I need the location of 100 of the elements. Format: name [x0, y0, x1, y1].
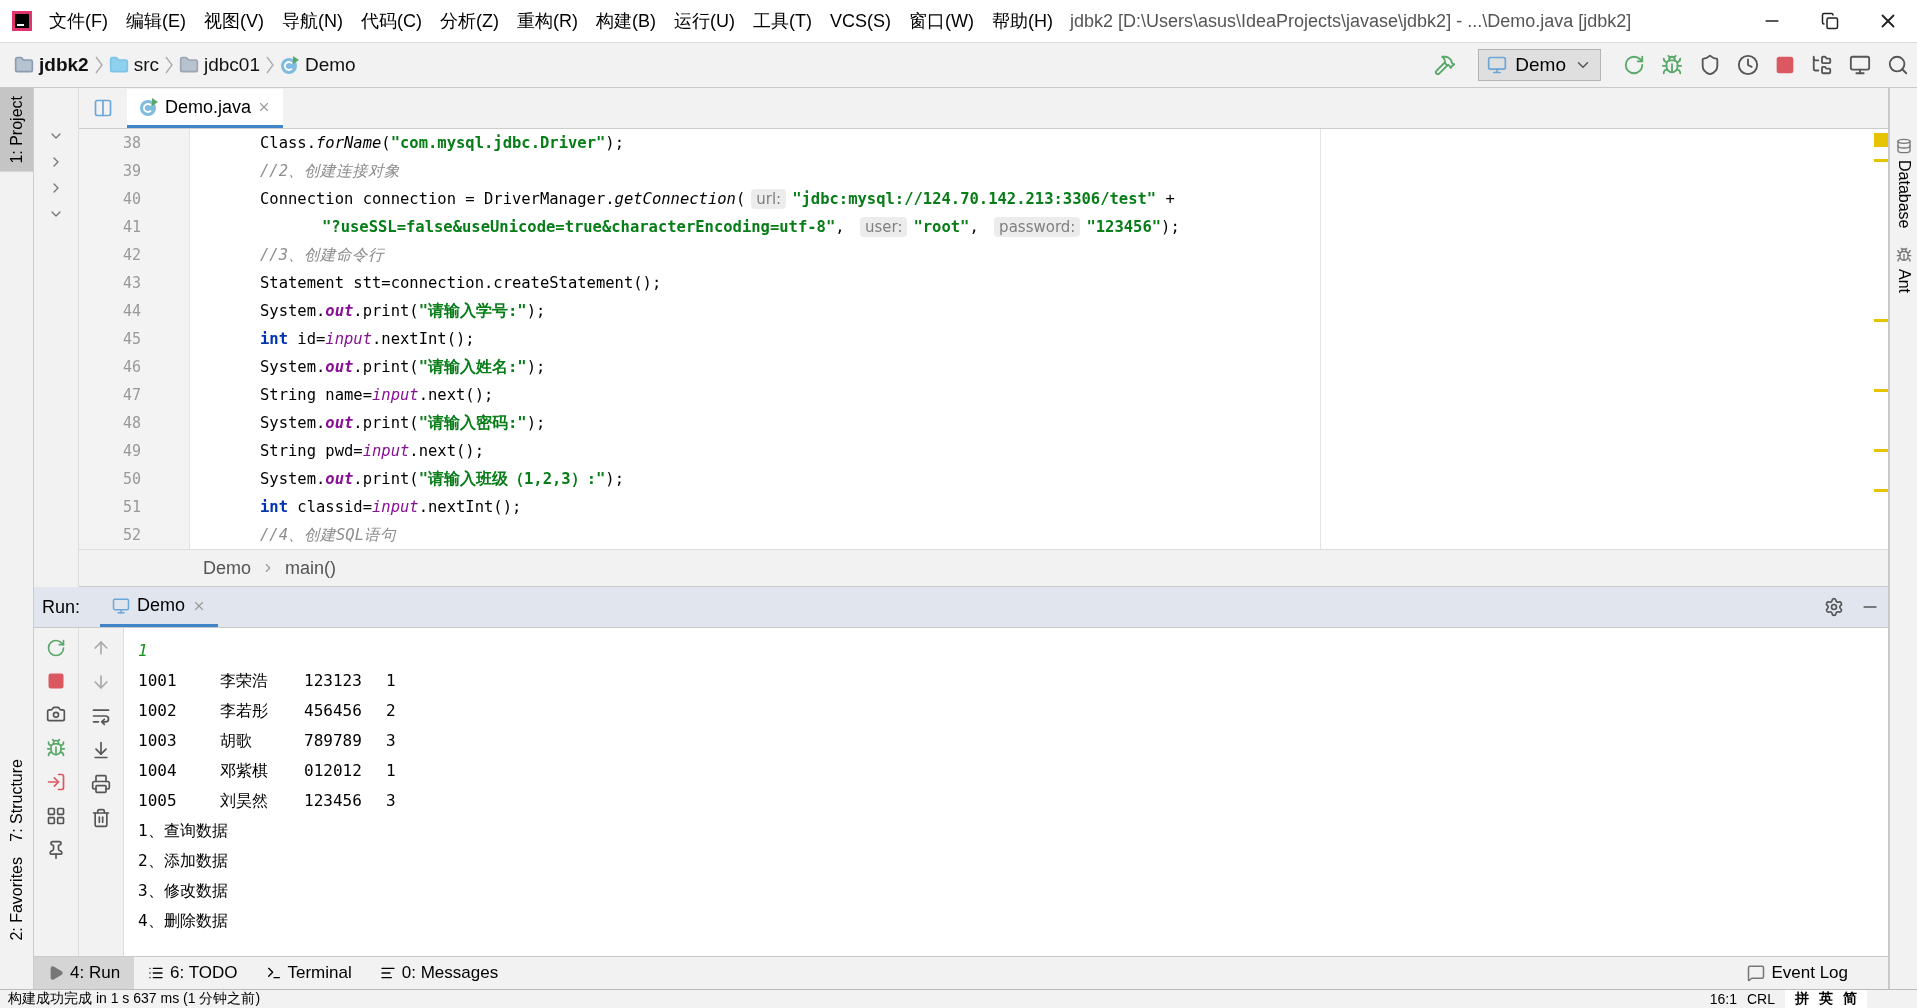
- console-cell-text: 李若彤: [220, 700, 269, 722]
- warning-marker: [1874, 159, 1888, 162]
- search-icon[interactable]: [1887, 54, 1909, 76]
- line-number: 45: [121, 329, 142, 350]
- clock-icon[interactable]: [1737, 54, 1759, 76]
- shield-icon[interactable]: [1699, 54, 1721, 76]
- database-icon: [1895, 138, 1912, 154]
- chevron-icon: [94, 56, 103, 74]
- menu-item[interactable]: 构建(B): [586, 9, 665, 33]
- cursor-position[interactable]: 16:1: [1709, 991, 1737, 1007]
- warning-marker: [1874, 489, 1888, 492]
- menu-item[interactable]: 工具(T): [743, 9, 821, 33]
- console-cell-text: 1: [386, 670, 397, 692]
- console-cell-text: 3: [386, 790, 397, 812]
- tool-window-tab[interactable]: Ant: [1894, 246, 1913, 293]
- chevron-icon: [164, 56, 173, 74]
- console-text: 3、修改数据: [138, 880, 228, 902]
- menu-item[interactable]: 导航(N): [273, 9, 352, 33]
- bug-icon[interactable]: [46, 738, 66, 758]
- code-line: System.out.print("请输入姓名:");: [260, 357, 547, 378]
- console-cell-text: 123123: [304, 670, 363, 692]
- panel-icon[interactable]: [93, 98, 113, 118]
- chevron-icon: [265, 56, 274, 74]
- code-line: int classid=input.nextInt();: [260, 497, 523, 518]
- terminal-icon: [265, 965, 282, 981]
- panel-label: Run:: [42, 596, 81, 618]
- menu-item[interactable]: 编辑(E): [117, 9, 195, 33]
- breadcrumb-item[interactable]: src: [108, 54, 159, 76]
- editor-tab[interactable]: Demo.java: [127, 89, 284, 128]
- tool-window-tab[interactable]: 1: Project: [0, 88, 33, 172]
- tool-window-tab[interactable]: 2: Favorites: [0, 849, 33, 949]
- line-number: 47: [121, 385, 142, 406]
- menu-item[interactable]: 分析(Z): [431, 9, 508, 33]
- stop-icon[interactable]: [47, 672, 65, 690]
- line-number: 40: [121, 189, 142, 210]
- bug-icon: [1895, 246, 1912, 263]
- bug-icon[interactable]: [1661, 54, 1683, 76]
- tool-window-tab[interactable]: 6: TODO: [134, 957, 252, 989]
- console-cell-text: 012012: [304, 760, 363, 782]
- tool-window-tab[interactable]: 4: Run: [34, 957, 135, 989]
- window-icon[interactable]: [1849, 54, 1871, 76]
- breadcrumb-item[interactable]: Demo: [279, 54, 356, 76]
- project-structure-icon[interactable]: [1811, 54, 1833, 76]
- console-cell-text: 李荣浩: [220, 670, 269, 692]
- tool-window-tab[interactable]: Terminal: [251, 957, 366, 989]
- console-cell-text: 胡歌: [220, 730, 253, 752]
- stop-icon[interactable]: [1775, 55, 1795, 75]
- run-configuration-dropdown[interactable]: Demo: [1478, 49, 1601, 81]
- menu-item[interactable]: 视图(V): [195, 9, 273, 33]
- rerun-icon[interactable]: [1623, 54, 1645, 76]
- speech-bubble-icon: [1747, 964, 1766, 982]
- hammer-icon[interactable]: [1434, 54, 1457, 76]
- code-line: String pwd=input.next();: [260, 441, 485, 462]
- console-cell-text: 3: [386, 730, 397, 752]
- code-line: System.out.print("请输入班级（1,2,3）:");: [260, 469, 625, 490]
- breadcrumb-item[interactable]: Demo: [203, 557, 251, 579]
- code-line: String name=input.next();: [260, 385, 495, 406]
- folder-icon: [108, 55, 129, 75]
- line-number: 49: [121, 441, 142, 462]
- app-logo-icon: [10, 9, 34, 33]
- console-text: 1、查询数据: [138, 820, 228, 842]
- line-number: 41: [121, 217, 142, 238]
- code-line: "?useSSL=false&useUnicode=true&characterEncoding=utf-8", user: "root", password: "123456");: [321, 216, 1181, 239]
- print-icon[interactable]: [91, 774, 111, 794]
- code-line: System.out.print("请输入密码:");: [260, 413, 547, 434]
- menu-item[interactable]: 帮助(H): [982, 9, 1062, 33]
- rerun-icon[interactable]: [46, 638, 66, 658]
- code-line: Connection connection = DriverManager.getConnection( url: "jdbc:mysql://124.70.142.213:3306/test" +: [260, 188, 1176, 211]
- console-cell-text: 刘昊然: [220, 790, 269, 812]
- soft-wrap-icon[interactable]: [91, 706, 111, 726]
- console-cell-text: 邓紫棋: [220, 760, 269, 782]
- event-log-button[interactable]: Event Log: [1747, 963, 1848, 983]
- menu-item[interactable]: 窗口(W): [899, 9, 983, 33]
- menu-item[interactable]: 重构(R): [507, 9, 587, 33]
- settings-icon[interactable]: [1824, 597, 1844, 617]
- scroll-to-end-icon[interactable]: [91, 740, 111, 760]
- camera-icon[interactable]: [46, 704, 66, 724]
- menu-item[interactable]: 文件(F): [40, 9, 117, 33]
- restore-icon[interactable]: [1821, 12, 1839, 30]
- breadcrumb-item[interactable]: jdbc01: [178, 54, 260, 76]
- trash-icon[interactable]: [91, 808, 111, 828]
- menu-item[interactable]: 代码(C): [352, 9, 431, 33]
- code-line: //2、创建连接对象: [260, 161, 401, 182]
- menu-item[interactable]: 运行(U): [664, 9, 744, 33]
- ime-toolbar[interactable]: 拼 英 简: [1785, 990, 1867, 1008]
- menu-item[interactable]: VCS(S): [820, 10, 900, 32]
- line-number: 43: [121, 273, 142, 294]
- tool-window-tab[interactable]: 0: Messages: [365, 957, 513, 989]
- console-echo-text: 1: [138, 640, 148, 662]
- layout-icon[interactable]: [46, 806, 66, 826]
- breadcrumb-item[interactable]: jdbk2: [14, 54, 89, 76]
- code-line: //4、创建SQL语句: [260, 525, 398, 546]
- pin-icon[interactable]: [46, 840, 66, 860]
- breadcrumb-item[interactable]: main(): [285, 557, 337, 579]
- tool-window-tab[interactable]: Database: [1894, 138, 1913, 229]
- tool-window-tab[interactable]: 7: Structure: [0, 750, 33, 850]
- exit-icon[interactable]: [46, 772, 66, 792]
- warning-marker: [1874, 133, 1888, 147]
- line-number: 52: [121, 525, 142, 546]
- line-separator[interactable]: CRL: [1747, 991, 1775, 1007]
